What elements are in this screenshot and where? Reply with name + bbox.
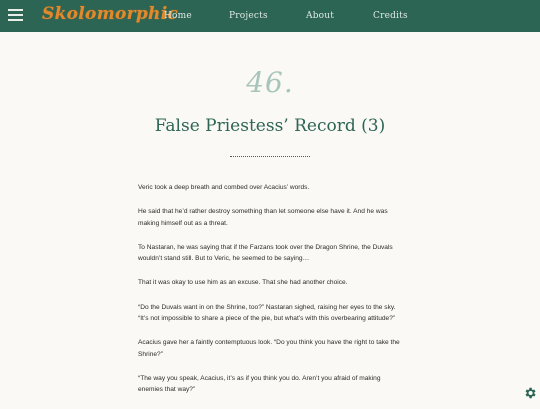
paragraph: That it was okay to use him as an excuse…	[138, 279, 348, 287]
paragraph: Veric took a deep breath and combed over…	[138, 184, 310, 191]
nav-credits-link[interactable]: Credits	[373, 11, 408, 21]
hamburger-menu-icon[interactable]	[8, 9, 23, 22]
title-divider	[230, 156, 310, 157]
top-navigation-bar: Skolomorphic Home Projects About Credits	[0, 0, 540, 32]
paragraph: “Do the Duvals want in on the Shrine, to…	[138, 303, 396, 323]
gear-icon[interactable]	[523, 386, 537, 400]
nav-about-link[interactable]: About	[306, 11, 334, 21]
chapter-content: Veric took a deep breath and combed over…	[138, 182, 403, 409]
nav-projects-link[interactable]: Projects	[229, 11, 268, 21]
paragraph: Acacius gave her a faintly contemptuous …	[138, 339, 400, 358]
chapter-title: False Priestess’ Record (3)	[154, 116, 386, 136]
paragraph: “The way you speak, Acacius, it’s as if …	[138, 374, 381, 394]
nav-home-link[interactable]: Home	[164, 11, 192, 21]
paragraph: To Nastaran, he was saying that if the F…	[138, 243, 393, 263]
site-logo[interactable]: Skolomorphic	[42, 4, 178, 24]
paragraph: He said that he’d rather destroy somethi…	[138, 208, 388, 227]
chapter-number: 46.	[246, 66, 294, 99]
